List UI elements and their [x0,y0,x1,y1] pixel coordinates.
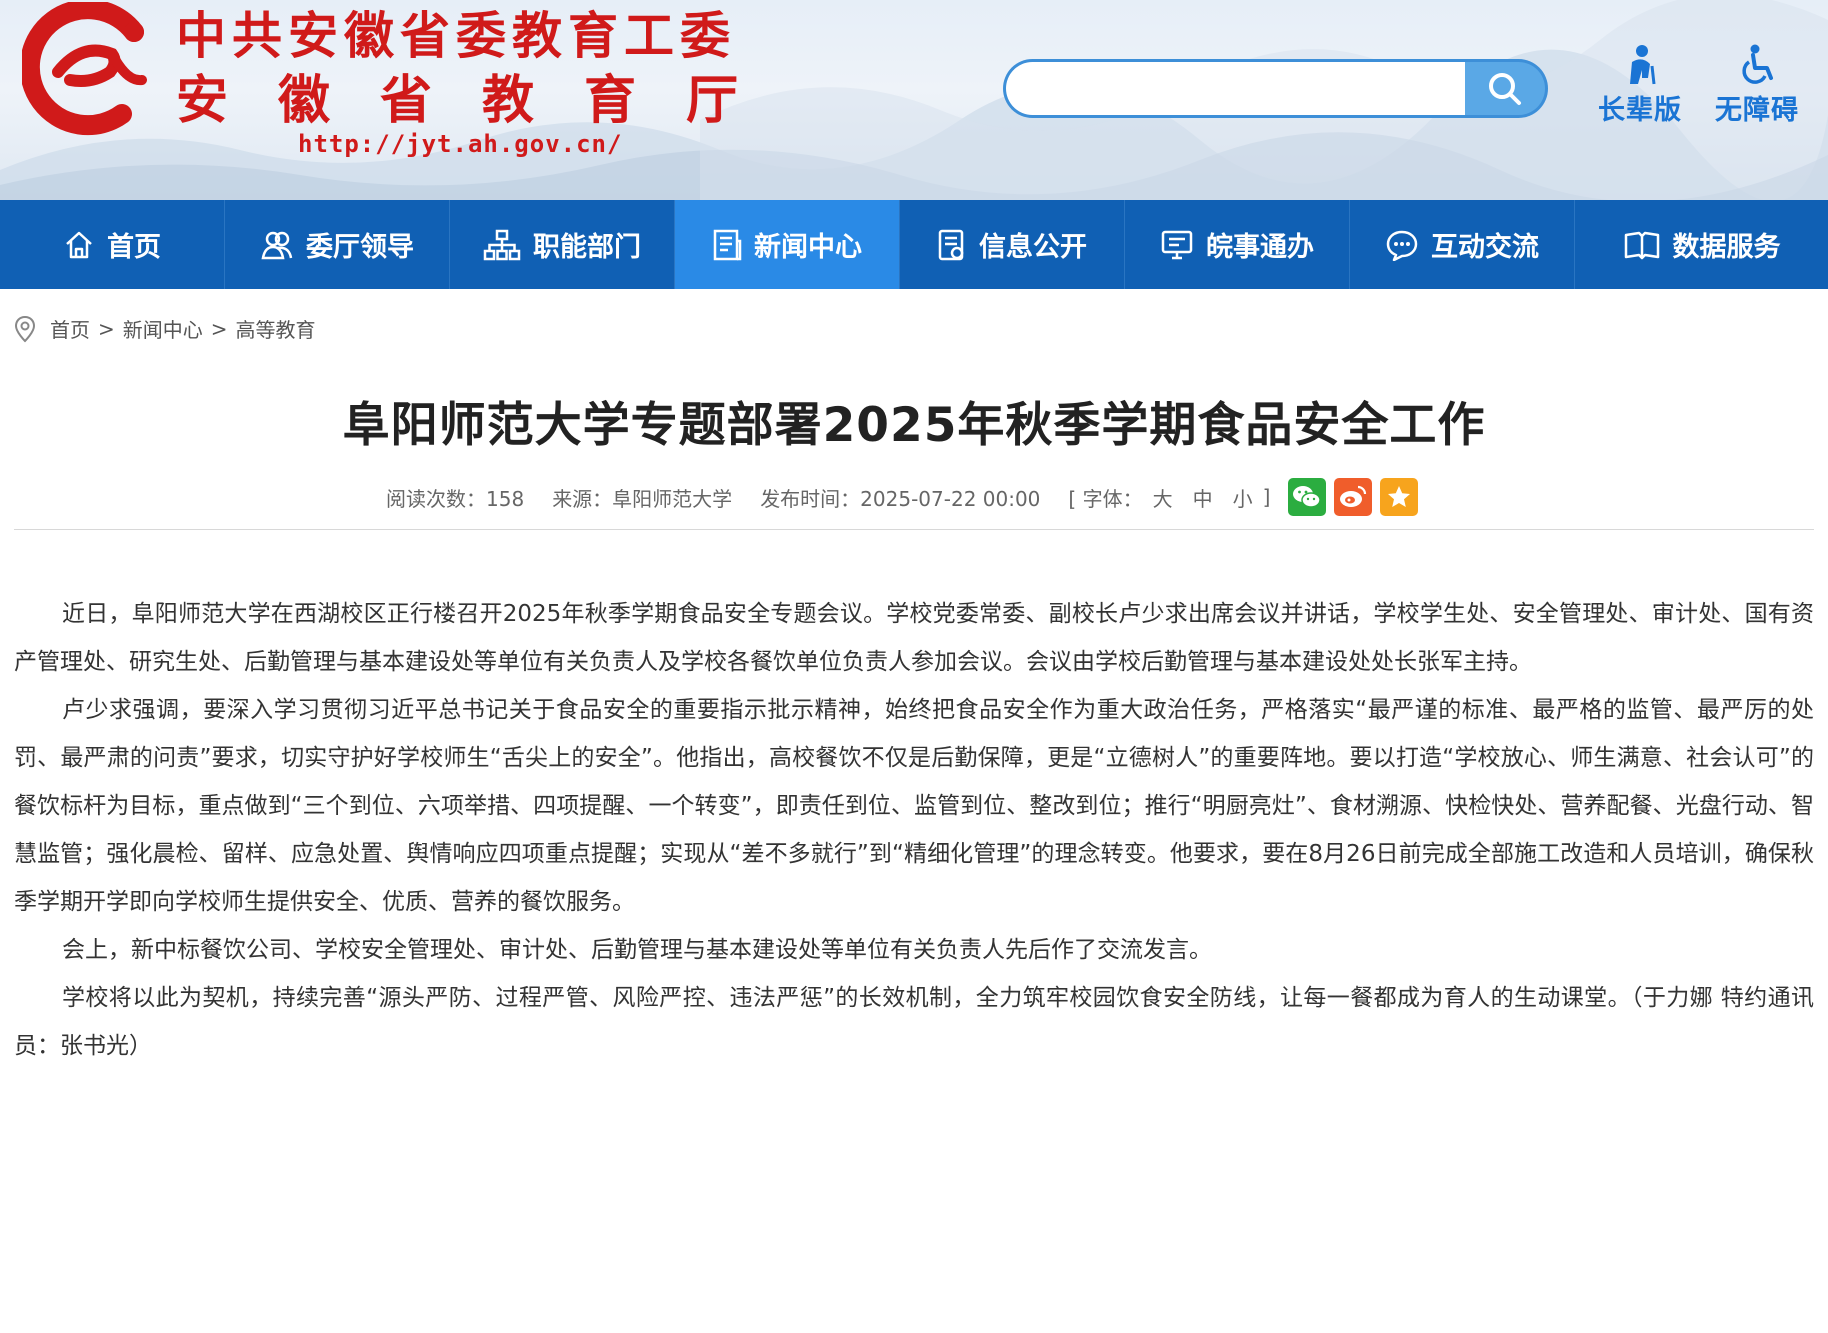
article-paragraph: 近日，阜阳师范大学在西湖校区正行楼召开2025年秋季学期食品安全专题会议。学校党… [14,601,1814,675]
article-source: 来源：阜阳师范大学 [552,486,733,511]
font-size-suffix: ] [1262,485,1271,509]
nav-label: 皖事通办 [1206,232,1314,263]
font-size-prefix: [ 字体： [1068,486,1143,511]
search-input[interactable] [1003,59,1473,118]
nav-label: 首页 [107,232,161,263]
chat-icon [1386,230,1418,261]
article-paragraph: 会上，新中标餐饮公司、学校安全管理处、审计处、后勤管理与基本建设处等单位有关负责… [62,937,1212,963]
document-icon [938,229,964,260]
nav-label: 互动交流 [1431,232,1539,263]
breadcrumb-home[interactable]: 首页 [50,314,90,343]
nav-item-departments[interactable]: 职能部门 [450,200,675,289]
nav-label: 数据服务 [1672,232,1781,263]
font-large-button[interactable]: 大 [1153,483,1173,512]
search-button[interactable] [1465,59,1548,118]
nav-item-disclosure[interactable]: 信息公开 [900,200,1125,289]
breadcrumb-higher-education[interactable]: 高等教育 [236,314,316,343]
nav-item-interaction[interactable]: 互动交流 [1350,200,1575,289]
site-title: 中共安徽省委教育工委 安徽省教育厅 [176,6,788,136]
font-medium-button[interactable]: 中 [1193,483,1213,512]
wechat-icon [1293,486,1322,508]
site-url: http://jyt.ah.gov.cn/ [298,130,623,158]
title-divider [14,529,1814,530]
nav-item-home[interactable]: 首页 [0,200,225,289]
read-count: 阅读次数：158 [386,486,525,511]
search-bar [1003,59,1548,118]
font-size-controls: [ 字体： 大 中 小 ] [1068,483,1270,512]
favorite-button[interactable] [1380,478,1419,516]
monitor-icon [1161,230,1193,259]
nav-item-services[interactable]: 皖事通办 [1125,200,1350,289]
nav-item-data[interactable]: 数据服务 [1575,200,1828,289]
accessibility-button[interactable]: 无障碍 [1707,44,1807,127]
nav-label: 委厅领导 [306,232,414,263]
accessibility-label: 无障碍 [1715,95,1799,126]
share-weibo-button[interactable] [1334,478,1373,516]
people-icon [261,231,293,259]
elder-icon [1630,45,1656,85]
weibo-icon [1340,485,1367,507]
main-nav: 首页 委厅领导 职能部门 新闻中心 信息公开 皖事通办 互动交流 数据服务 [0,200,1828,289]
org-chart-icon [483,229,521,260]
title-line-2: 安徽省教育厅 [176,70,789,131]
publish-time: 发布时间：2025-07-22 00:00 [760,486,1041,511]
book-icon [1624,231,1659,259]
site-header: 中共安徽省委教育工委 安徽省教育厅 http://jyt.ah.gov.cn/ … [0,0,1828,200]
nav-label: 职能部门 [533,232,641,263]
news-icon [713,229,742,260]
elder-mode-button[interactable]: 长辈版 [1590,44,1690,127]
breadcrumb-separator: > [210,316,228,341]
location-pin-icon [14,315,36,342]
home-icon [66,231,92,258]
nav-label: 信息公开 [979,232,1087,263]
article-meta: 阅读次数：158 来源：阜阳师范大学 发布时间：2025-07-22 00:00… [386,478,1419,516]
wheelchair-icon [1742,44,1773,84]
font-small-button[interactable]: 小 [1233,483,1253,512]
article-paragraph: 卢少求强调，要深入学习贯彻习近平总书记关于食品安全的重要指示批示精神，始终把食品… [14,697,1814,915]
share-wechat-button[interactable] [1288,478,1327,516]
nav-label: 新闻中心 [754,232,862,263]
breadcrumb-separator: > [98,316,115,341]
edu-logo [22,2,147,136]
article-body: 近日，阜阳师范大学在西湖校区正行楼召开2025年秋季学期食品安全专题会议。学校党… [14,590,1814,1070]
breadcrumb: 首页 > 新闻中心 > 高等教育 [14,314,316,343]
search-icon [1489,72,1521,105]
share-buttons [1288,478,1419,516]
elder-mode-label: 长辈版 [1598,95,1682,126]
nav-item-news[interactable]: 新闻中心 [675,200,900,289]
article-title: 阜阳师范大学专题部署2025年秋季学期食品安全工作 [342,398,1486,453]
nav-item-leaders[interactable]: 委厅领导 [225,200,450,289]
star-icon [1388,486,1411,507]
breadcrumb-news[interactable]: 新闻中心 [123,314,203,343]
title-line-1: 中共安徽省委教育工委 [176,6,736,65]
article-paragraph: 学校将以此为契机，持续完善“源头严防、过程严管、风险严控、违法严惩”的长效机制，… [14,985,1814,1059]
